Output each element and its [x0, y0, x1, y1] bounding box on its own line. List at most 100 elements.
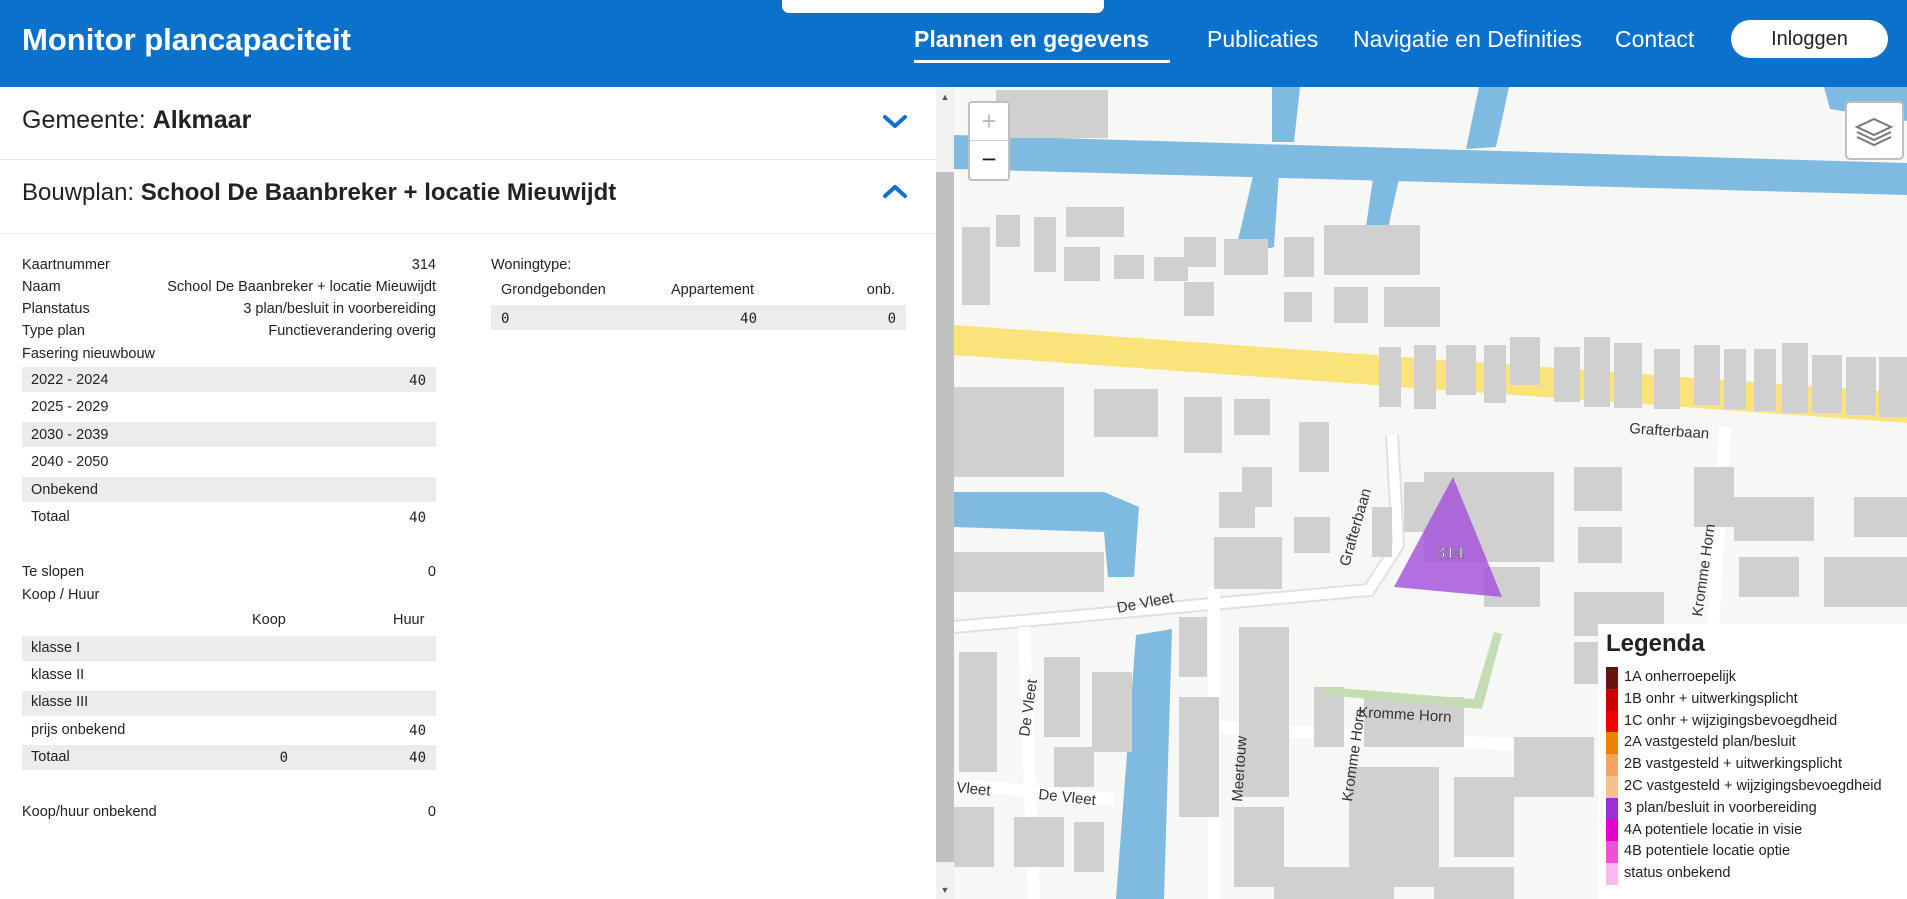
koop-column-header: Koop: [252, 612, 286, 628]
layers-button[interactable]: [1845, 101, 1904, 160]
koop-huur-row-label: klasse III: [31, 694, 89, 710]
koop-huur-title: Koop / Huur: [22, 587, 100, 603]
map-legend: Legenda 1A onherroepelijk 1B onhr + uitwe…: [1598, 624, 1907, 899]
koop-huur-row-label: prijs onbekend: [31, 722, 126, 738]
detail-label: Kaartnummer: [22, 257, 110, 273]
koop-huur-row-label: klasse II: [31, 667, 85, 683]
fasering-row-label: 2025 - 2029: [31, 399, 109, 415]
huur-column-header: Huur: [393, 612, 425, 628]
zoom-in-button[interactable]: +: [970, 103, 1008, 141]
fasering-title: Fasering nieuwbouw: [22, 346, 155, 362]
legend-label: 2C vastgesteld + wijzigingsbevoegdheid: [1624, 778, 1882, 794]
legend-item: 4A potentiele locatie in visie: [1606, 819, 1907, 842]
nav-plannen-en-gegevens[interactable]: Plannen en gegevens: [914, 26, 1149, 53]
app-title[interactable]: Monitor plancapaciteit: [22, 22, 351, 58]
fasering-row-value: 40: [409, 373, 426, 389]
bouwplan-heading: Bouwplan: School De Baanbreker + locatie…: [22, 179, 616, 207]
legend-item: 1C onhr + wijzigingsbevoegdheid: [1606, 710, 1907, 733]
legend-label: 4B potentiele locatie optie: [1624, 843, 1791, 860]
gemeente-value: Alkmaar: [152, 106, 252, 134]
koop-huur-onbekend-label: Koop/huur onbekend: [22, 804, 157, 820]
gemeente-heading: Gemeente: Alkmaar: [22, 106, 251, 135]
legend-label: 1B onhr + uitwerkingsplicht: [1624, 690, 1798, 707]
detail-value: 3 plan/besluit in voorbereiding: [243, 301, 436, 317]
legend-item: 1A onherroepelijk: [1606, 667, 1907, 689]
woningtype-value: 40: [740, 311, 757, 327]
legend-label: 1C onhr + wijzigingsbevoegdheid: [1624, 712, 1838, 729]
te-slopen-value: 0: [427, 564, 436, 580]
street-label: De Vleet: [1016, 677, 1041, 737]
zoom-out-button[interactable]: −: [970, 141, 1008, 178]
scroll-up-arrow-icon[interactable]: ▲: [936, 90, 954, 104]
nav-publicaties[interactable]: Publicaties: [1207, 26, 1318, 53]
legend-swatch: [1606, 732, 1618, 755]
legend-item: 1B onhr + uitwerkingsplicht: [1606, 688, 1907, 711]
canal: [954, 135, 1907, 195]
plan-marker-label: 314: [1436, 544, 1465, 562]
woningtype-value: 0: [887, 311, 896, 327]
legend-swatch: [1606, 688, 1618, 711]
legend-item: 2C vastgesteld + wijzigingsbevoegdheid: [1606, 776, 1907, 798]
woningtype-header: Appartement: [671, 282, 755, 298]
fasering-row-label: 2030 - 2039: [31, 427, 109, 443]
woningtype-value: 0: [501, 311, 510, 327]
legend-label: 2A vastgesteld plan/besluit: [1624, 734, 1796, 751]
street-label: Vleet: [956, 779, 993, 800]
nav-navigatie-en-definities[interactable]: Navigatie en Definities: [1353, 26, 1582, 53]
legend-label: 2B vastgesteld + uitwerkingsplicht: [1624, 756, 1843, 773]
legend-item: 2A vastgesteld plan/besluit: [1606, 732, 1907, 755]
legend-item: status onbekend: [1606, 863, 1907, 886]
nav-active-underline: [914, 60, 1170, 63]
fasering-total-value: 40: [409, 510, 426, 526]
street-label: De Vleet: [1038, 786, 1098, 809]
legend-swatch: [1606, 819, 1618, 842]
canal: [1272, 87, 1300, 142]
legend-swatch: [1606, 776, 1618, 798]
green-area: [1324, 632, 1502, 709]
woningtype-title: Woningtype:: [491, 257, 572, 273]
legend-label: 1A onherroepelijk: [1624, 669, 1737, 685]
legend-swatch: [1606, 797, 1618, 820]
fasering-row-label: Onbekend: [31, 482, 98, 498]
detail-label: Type plan: [22, 323, 85, 339]
woningtype-header: Grondgebonden: [501, 282, 606, 298]
fasering-row-label: 2022 - 2024: [31, 372, 109, 388]
fasering-row-label: 2040 - 2050: [31, 454, 109, 470]
bouwplan-label: Bouwplan:: [22, 179, 135, 206]
scrollbar-thumb[interactable]: [936, 172, 954, 862]
map-view[interactable]: Grafterbaan Grafterbaan Kromme Horn Krom…: [954, 87, 1907, 899]
te-slopen-label: Te slopen: [22, 564, 85, 580]
bouwplan-accordion-header[interactable]: Bouwplan: School De Baanbreker + locatie…: [0, 159, 936, 234]
chevron-down-icon[interactable]: [882, 111, 908, 131]
detail-value: 314: [411, 257, 436, 273]
legend-item: 3 plan/besluit in voorbereiding: [1606, 797, 1907, 820]
top-header: Monitor plancapaciteit Plannen en gegeve…: [0, 0, 1907, 87]
koop-huur-total-label: Totaal: [31, 749, 70, 765]
detail-value: School De Baanbreker + locatie Mieuwijdt: [167, 279, 436, 295]
browser-tab-pill: [782, 0, 1104, 13]
canal: [1116, 629, 1172, 899]
bouwplan-value: School De Baanbreker + locatie Mieuwijdt: [140, 179, 617, 206]
canal: [1466, 87, 1509, 149]
legend-swatch: [1606, 710, 1618, 733]
fasering-total-label: Totaal: [31, 509, 70, 525]
nav-contact[interactable]: Contact: [1615, 26, 1694, 53]
detail-value: Functieverandering overig: [268, 323, 436, 339]
chevron-up-icon[interactable]: [882, 181, 908, 201]
legend-swatch: [1606, 667, 1618, 689]
legend-swatch: [1606, 863, 1618, 886]
legend-swatch: [1606, 754, 1618, 777]
scroll-down-arrow-icon[interactable]: ▼: [936, 883, 954, 897]
koop-huur-total-koop: 0: [279, 750, 288, 766]
woningtype-header: onb.: [866, 282, 895, 298]
gemeente-accordion-header[interactable]: Gemeente: Alkmaar: [0, 87, 936, 160]
legend-item: 2B vastgesteld + uitwerkingsplicht: [1606, 754, 1907, 777]
gemeente-label: Gemeente:: [22, 106, 146, 134]
login-button[interactable]: Inloggen: [1731, 20, 1888, 58]
koop-huur-onbekend-value: 0: [427, 804, 436, 820]
zoom-control: + −: [968, 101, 1010, 181]
legend-item: 4B potentiele locatie optie: [1606, 841, 1907, 864]
legend-label: 3 plan/besluit in voorbereiding: [1624, 799, 1817, 816]
koop-huur-huur-value: 40: [409, 723, 426, 739]
street-label: Grafterbaan: [1337, 486, 1375, 568]
